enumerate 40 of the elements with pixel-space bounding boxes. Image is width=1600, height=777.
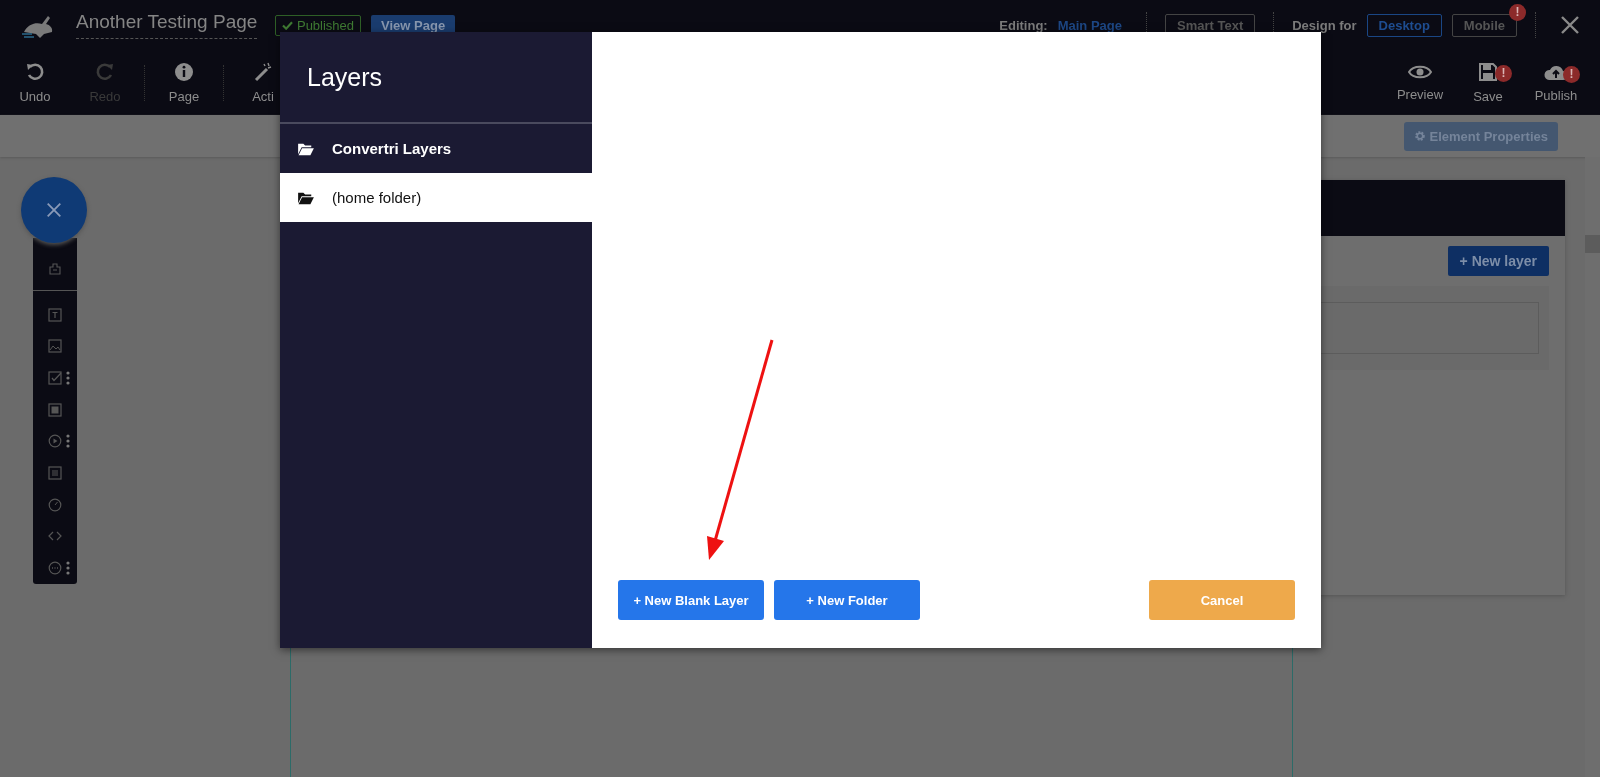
puzzle-tool-icon[interactable]	[48, 260, 62, 275]
folder-icon	[297, 190, 315, 205]
check-icon	[282, 20, 294, 30]
settings-icon	[1413, 130, 1426, 142]
folder-item[interactable]: Convertri Layers	[280, 124, 592, 173]
list-tool-icon[interactable]	[48, 466, 62, 481]
folder-item[interactable]: (home folder)	[280, 173, 592, 222]
folder-icon	[297, 141, 315, 156]
toolbar-button[interactable]: Undo	[0, 60, 70, 105]
page-title[interactable]: Another Testing Page	[76, 11, 258, 39]
drag-handle-icon[interactable]	[66, 434, 70, 449]
eye-icon	[1408, 63, 1432, 80]
close-icon	[45, 201, 63, 219]
editing-label: Editing:	[999, 17, 1048, 33]
toolbar-button[interactable]: Preview	[1386, 62, 1454, 103]
alert-badge: !	[1495, 64, 1512, 82]
undo-icon	[25, 61, 45, 82]
dialog-title: Layers	[280, 32, 592, 124]
device-button[interactable]: Desktop	[1366, 13, 1442, 37]
drag-handle-icon[interactable]	[66, 370, 70, 385]
toolbar-button[interactable]: Page	[149, 60, 219, 105]
new-layer-button[interactable]: + New layer	[1447, 246, 1549, 276]
dialog-button[interactable]: + New Blank Layer	[618, 580, 764, 620]
close-button[interactable]	[21, 177, 87, 243]
image-tool-icon[interactable]	[48, 339, 62, 354]
magic-wand-icon	[253, 61, 273, 82]
close-icon[interactable]	[1560, 15, 1580, 35]
check-tool-icon[interactable]	[48, 370, 62, 385]
alert-badge: !	[1563, 65, 1580, 83]
timer-tool-icon[interactable]	[48, 497, 62, 512]
play-tool-icon[interactable]	[48, 434, 62, 449]
redo-icon	[95, 61, 115, 82]
square-tool-icon[interactable]	[48, 402, 62, 417]
info-icon	[174, 61, 194, 82]
alert-badge: !	[1509, 3, 1526, 21]
text-tool-icon[interactable]	[48, 307, 62, 322]
dialog-button[interactable]: + New Folder	[774, 580, 920, 620]
drag-handle-icon[interactable]	[66, 561, 70, 576]
design-for-label: Design for	[1292, 17, 1357, 33]
more-tool-icon[interactable]	[48, 561, 62, 576]
